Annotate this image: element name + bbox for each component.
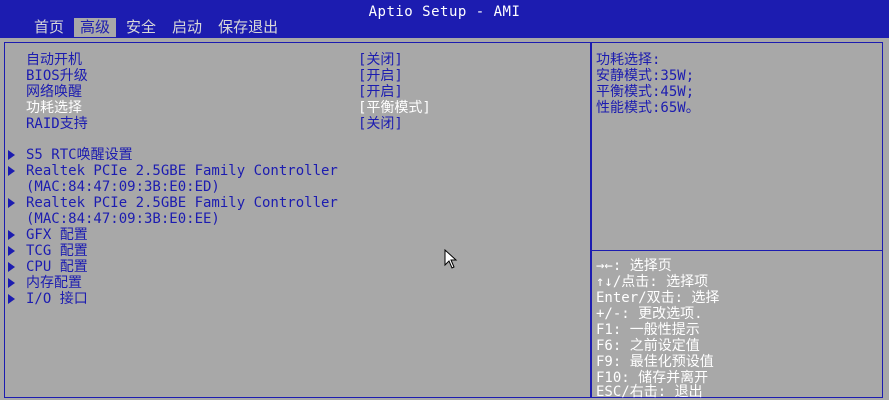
setting-wake-on-lan-label[interactable]: 网络唤醒 [26, 84, 82, 100]
key-hint: ↑↓/点击: 选择项 [596, 274, 709, 290]
help-line: 性能模式:65W。 [596, 100, 700, 116]
setting-raid-value[interactable]: [关闭] [358, 116, 403, 132]
submenu-s5-rtc-wake[interactable]: S5 RTC唤醒设置 [26, 147, 133, 163]
key-hint: Enter/双击: 选择 [596, 290, 720, 306]
submenu-arrow-icon [8, 246, 15, 256]
submenu-io-interface[interactable]: I/O 接口 [26, 291, 88, 307]
key-hint: F9: 最佳化预设值 [596, 354, 714, 370]
submenu-realtek-nic-1-mac: (MAC:84:47:09:3B:E0:ED) [26, 179, 220, 195]
submenu-arrow-icon [8, 278, 15, 288]
key-hint: +/-: 更改选项. [596, 306, 703, 322]
setting-raid-label[interactable]: RAID支持 [26, 116, 88, 132]
setting-wake-on-lan-value[interactable]: [开启] [358, 84, 403, 100]
help-line: 安静模式:35W; [596, 68, 695, 84]
setting-power-mode-label[interactable]: 功耗选择 [26, 100, 82, 116]
tab-security[interactable]: 安全 [120, 18, 162, 37]
submenu-tcg-config[interactable]: TCG 配置 [26, 243, 88, 259]
title-bar: Aptio Setup - AMI 首页 高级 安全 启动 保存退出 [0, 0, 889, 38]
submenu-arrow-icon [8, 262, 15, 272]
tab-save-exit[interactable]: 保存退出 [212, 18, 284, 37]
setting-power-mode-value[interactable]: [平衡模式] [358, 100, 431, 116]
submenu-arrow-icon [8, 198, 15, 208]
help-line: 平衡模式:45W; [596, 84, 695, 100]
setting-auto-power-on-value[interactable]: [关闭] [358, 52, 403, 68]
tab-bar: 首页 高级 安全 启动 保存退出 [28, 18, 288, 37]
submenu-arrow-icon [8, 230, 15, 240]
panel-divider [590, 42, 592, 398]
submenu-memory-config[interactable]: 内存配置 [26, 275, 82, 291]
submenu-gfx-config[interactable]: GFX 配置 [26, 227, 88, 243]
submenu-arrow-icon [8, 294, 15, 304]
help-line: 功耗选择: [596, 52, 661, 68]
key-hint: ESC/右击: 退出 [596, 384, 703, 400]
submenu-cpu-config[interactable]: CPU 配置 [26, 259, 88, 275]
submenu-realtek-nic-2[interactable]: Realtek PCIe 2.5GBE Family Controller [26, 195, 338, 211]
setting-bios-update-label[interactable]: BIOS升级 [26, 68, 88, 84]
submenu-arrow-icon [8, 166, 15, 176]
key-hint: F6: 之前设定值 [596, 338, 700, 354]
setting-bios-update-value[interactable]: [开启] [358, 68, 403, 84]
key-hint: →←: 选择页 [596, 258, 672, 274]
help-divider [592, 250, 883, 251]
setting-auto-power-on-label[interactable]: 自动开机 [26, 52, 82, 68]
key-hint: F1: 一般性提示 [596, 322, 700, 338]
submenu-arrow-icon [8, 150, 15, 160]
tab-main[interactable]: 首页 [28, 18, 70, 37]
submenu-realtek-nic-1[interactable]: Realtek PCIe 2.5GBE Family Controller [26, 163, 338, 179]
mouse-cursor-icon [444, 249, 458, 269]
tab-advanced[interactable]: 高级 [74, 18, 117, 37]
submenu-realtek-nic-2-mac: (MAC:84:47:09:3B:E0:EE) [26, 211, 220, 227]
tab-boot[interactable]: 启动 [166, 18, 208, 37]
